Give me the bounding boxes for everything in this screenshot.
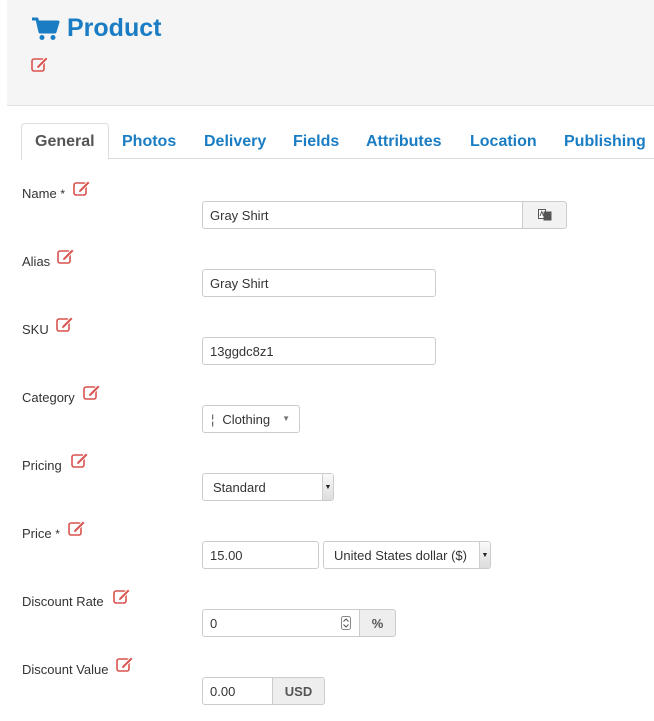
select-arrow: ▼	[322, 474, 333, 500]
caret-down-icon: ▼	[481, 551, 489, 559]
alias-input[interactable]	[202, 269, 436, 297]
required-mark: *	[55, 527, 60, 541]
name-input[interactable]	[202, 201, 523, 229]
percent-addon: %	[359, 609, 396, 637]
caret-down-icon: ▼	[282, 414, 290, 423]
tab-publishing[interactable]: Publishing	[564, 123, 646, 159]
edit-icon[interactable]	[83, 384, 101, 400]
name-label-text: Name	[22, 186, 57, 201]
category-label: Category	[22, 390, 75, 405]
name-label: Name *	[22, 186, 65, 201]
edit-icon[interactable]	[71, 452, 89, 468]
translate-icon	[537, 209, 551, 221]
pricing-label: Pricing	[22, 458, 62, 473]
tab-photos[interactable]: Photos	[122, 123, 176, 159]
tab-bar: General Photos Delivery Fields Attribute…	[21, 123, 654, 160]
edit-icon[interactable]	[113, 588, 131, 604]
alias-label: Alias	[22, 254, 51, 269]
currency-select[interactable]: United States dollar ($) ▼	[323, 541, 491, 569]
category-prefix: ¦	[211, 411, 215, 427]
sku-label: SKU	[22, 322, 49, 337]
discount-value-input[interactable]	[202, 677, 273, 705]
currency-addon: USD	[272, 677, 325, 705]
tab-delivery[interactable]: Delivery	[204, 123, 266, 159]
edit-icon[interactable]	[56, 316, 74, 332]
tab-attributes[interactable]: Attributes	[366, 123, 442, 159]
discount-rate-label: Discount Rate	[22, 594, 104, 609]
tab-fields[interactable]: Fields	[293, 123, 339, 159]
select-arrow: ▼	[479, 542, 490, 568]
price-label: Price *	[22, 526, 60, 541]
category-select[interactable]: ¦ Clothing ▼	[202, 405, 300, 433]
page-title: Product	[67, 14, 162, 42]
tab-location[interactable]: Location	[470, 123, 537, 159]
edit-icon[interactable]	[73, 180, 91, 196]
sku-input[interactable]	[202, 337, 436, 365]
discount-value-label: Discount Value	[22, 662, 109, 677]
price-input[interactable]	[202, 541, 319, 569]
shopping-cart-icon	[32, 17, 60, 40]
page-header: Product	[7, 0, 654, 106]
pricing-value: Standard	[213, 479, 266, 495]
title-row: Product	[31, 14, 161, 43]
number-stepper-icon[interactable]	[341, 616, 351, 630]
edit-icon[interactable]	[68, 520, 86, 536]
price-label-text: Price	[22, 526, 52, 541]
required-mark: *	[60, 187, 65, 201]
discount-rate-input[interactable]	[202, 609, 360, 637]
currency-value: United States dollar ($)	[334, 547, 467, 563]
edit-icon[interactable]	[31, 56, 49, 72]
edit-icon[interactable]	[57, 248, 75, 264]
pricing-select[interactable]: Standard ▼	[202, 473, 334, 501]
category-value: Clothing	[222, 411, 271, 427]
caret-down-icon: ▼	[324, 483, 332, 491]
translate-button[interactable]	[522, 201, 567, 229]
tab-general[interactable]: General	[21, 123, 109, 160]
edit-icon[interactable]	[116, 656, 134, 672]
